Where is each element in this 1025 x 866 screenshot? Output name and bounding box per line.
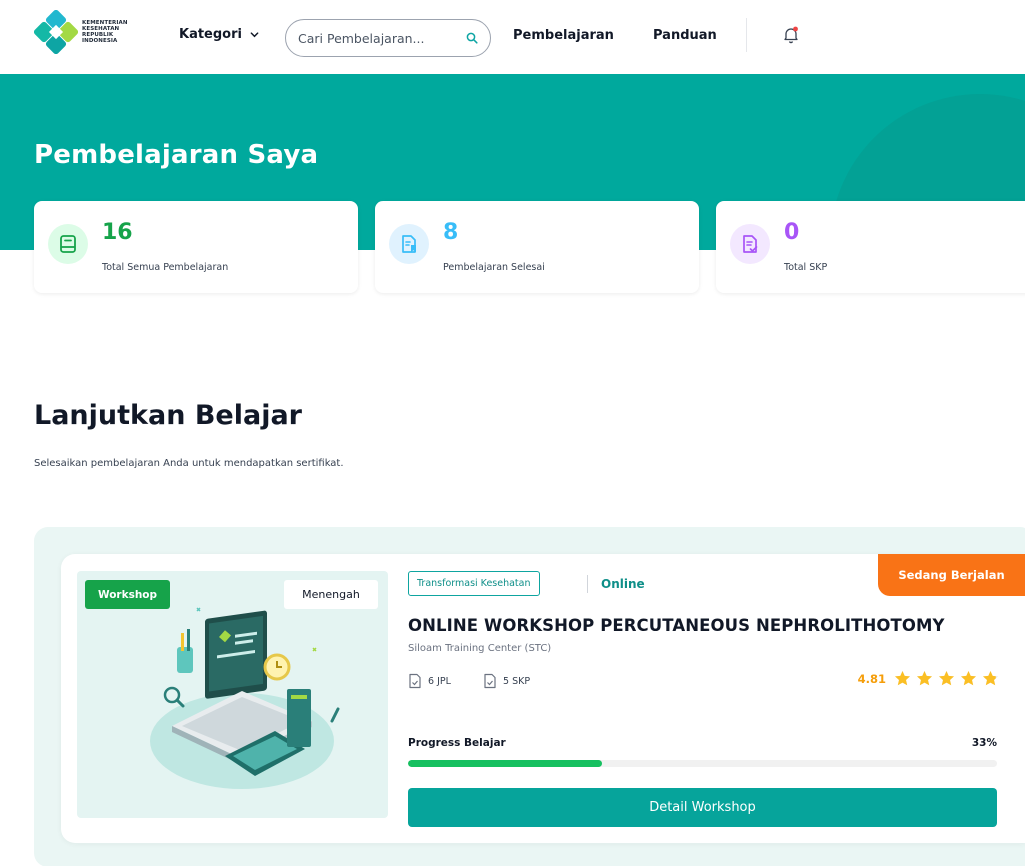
stat-value: 16 [102, 220, 133, 245]
stat-value: 8 [443, 220, 459, 245]
detail-workshop-button[interactable]: Detail Workshop [408, 788, 997, 827]
kategori-dropdown[interactable]: Kategori [179, 27, 259, 42]
course-type-badge: Workshop [85, 580, 171, 609]
bell-icon[interactable] [783, 26, 799, 44]
kemenkes-logo[interactable]: KEMENTERIAN KESEHATAN REPUBLIK INDONESIA [34, 10, 142, 54]
navbar: KEMENTERIAN KESEHATAN REPUBLIK INDONESIA… [0, 0, 1025, 74]
search-icon[interactable] [466, 32, 478, 44]
search-input[interactable] [298, 30, 458, 46]
star-icon [917, 671, 932, 686]
page-title: Pembelajaran Saya [34, 140, 319, 170]
nav-divider [746, 18, 747, 52]
stat-value: 0 [784, 220, 800, 245]
stat-card-total: 16 Total Semua Pembelajaran [34, 201, 358, 293]
skp-meta: 5 SKP [483, 673, 530, 689]
document-icon [484, 673, 496, 689]
rating-stars [894, 670, 999, 687]
course-title[interactable]: ONLINE WORKSHOP PERCUTANEOUS NEPHROLITHO… [408, 616, 945, 635]
course-card: Workshop Menengah Transformasi Kesehatan… [61, 554, 1025, 843]
tag-separator [587, 575, 588, 593]
star-icon [939, 671, 954, 686]
stat-label: Total SKP [784, 262, 828, 273]
skp-value: 5 SKP [503, 675, 531, 687]
chevron-down-icon [250, 32, 259, 38]
status-badge: Sedang Berjalan [878, 554, 1025, 596]
progress-bar [408, 760, 997, 767]
stat-icon-wrap [389, 224, 429, 264]
stat-label: Pembelajaran Selesai [443, 262, 545, 273]
kemenkes-logo-icon [34, 10, 78, 54]
stat-icon-wrap [48, 224, 88, 264]
nav-pembelajaran[interactable]: Pembelajaran [513, 28, 614, 43]
nav-panduan[interactable]: Panduan [653, 28, 717, 43]
section-subtitle: Selesaikan pembelajaran Anda untuk menda… [34, 458, 344, 469]
course-thumbnail[interactable]: Workshop Menengah [77, 571, 388, 818]
kategori-label: Kategori [179, 27, 242, 42]
progress-label: Progress Belajar [408, 737, 506, 749]
section-title: Lanjutkan Belajar [34, 400, 302, 431]
notification-dot [793, 26, 798, 32]
book-icon [60, 235, 76, 253]
mode-label: Online [601, 577, 645, 591]
stat-icon-wrap [730, 224, 770, 264]
jpl-meta: 6 JPL [408, 673, 451, 689]
rating-value: 4.81 [857, 671, 886, 686]
logo-line: INDONESIA [82, 38, 118, 44]
stat-card-skp: 0 Total SKP [716, 201, 1025, 293]
course-level-badge: Menengah [284, 580, 378, 609]
star-icon [895, 671, 910, 686]
stat-label: Total Semua Pembelajaran [102, 262, 229, 273]
search-box [285, 19, 491, 57]
star-icon [983, 671, 998, 686]
document-bookmark-icon [402, 235, 416, 253]
progress-fill [408, 760, 603, 767]
category-tag: Transformasi Kesehatan [408, 571, 540, 596]
document-icon [409, 673, 421, 689]
progress-percent: 33% [971, 737, 997, 749]
jpl-value: 6 JPL [428, 675, 451, 687]
course-rating: 4.81 [858, 670, 999, 687]
star-icon [961, 671, 976, 686]
course-provider: Siloam Training Center (STC) [408, 643, 552, 654]
document-check-icon [743, 235, 758, 253]
logo-text: KEMENTERIAN KESEHATAN REPUBLIK INDONESIA [82, 20, 142, 44]
stat-card-completed: 8 Pembelajaran Selesai [375, 201, 699, 293]
